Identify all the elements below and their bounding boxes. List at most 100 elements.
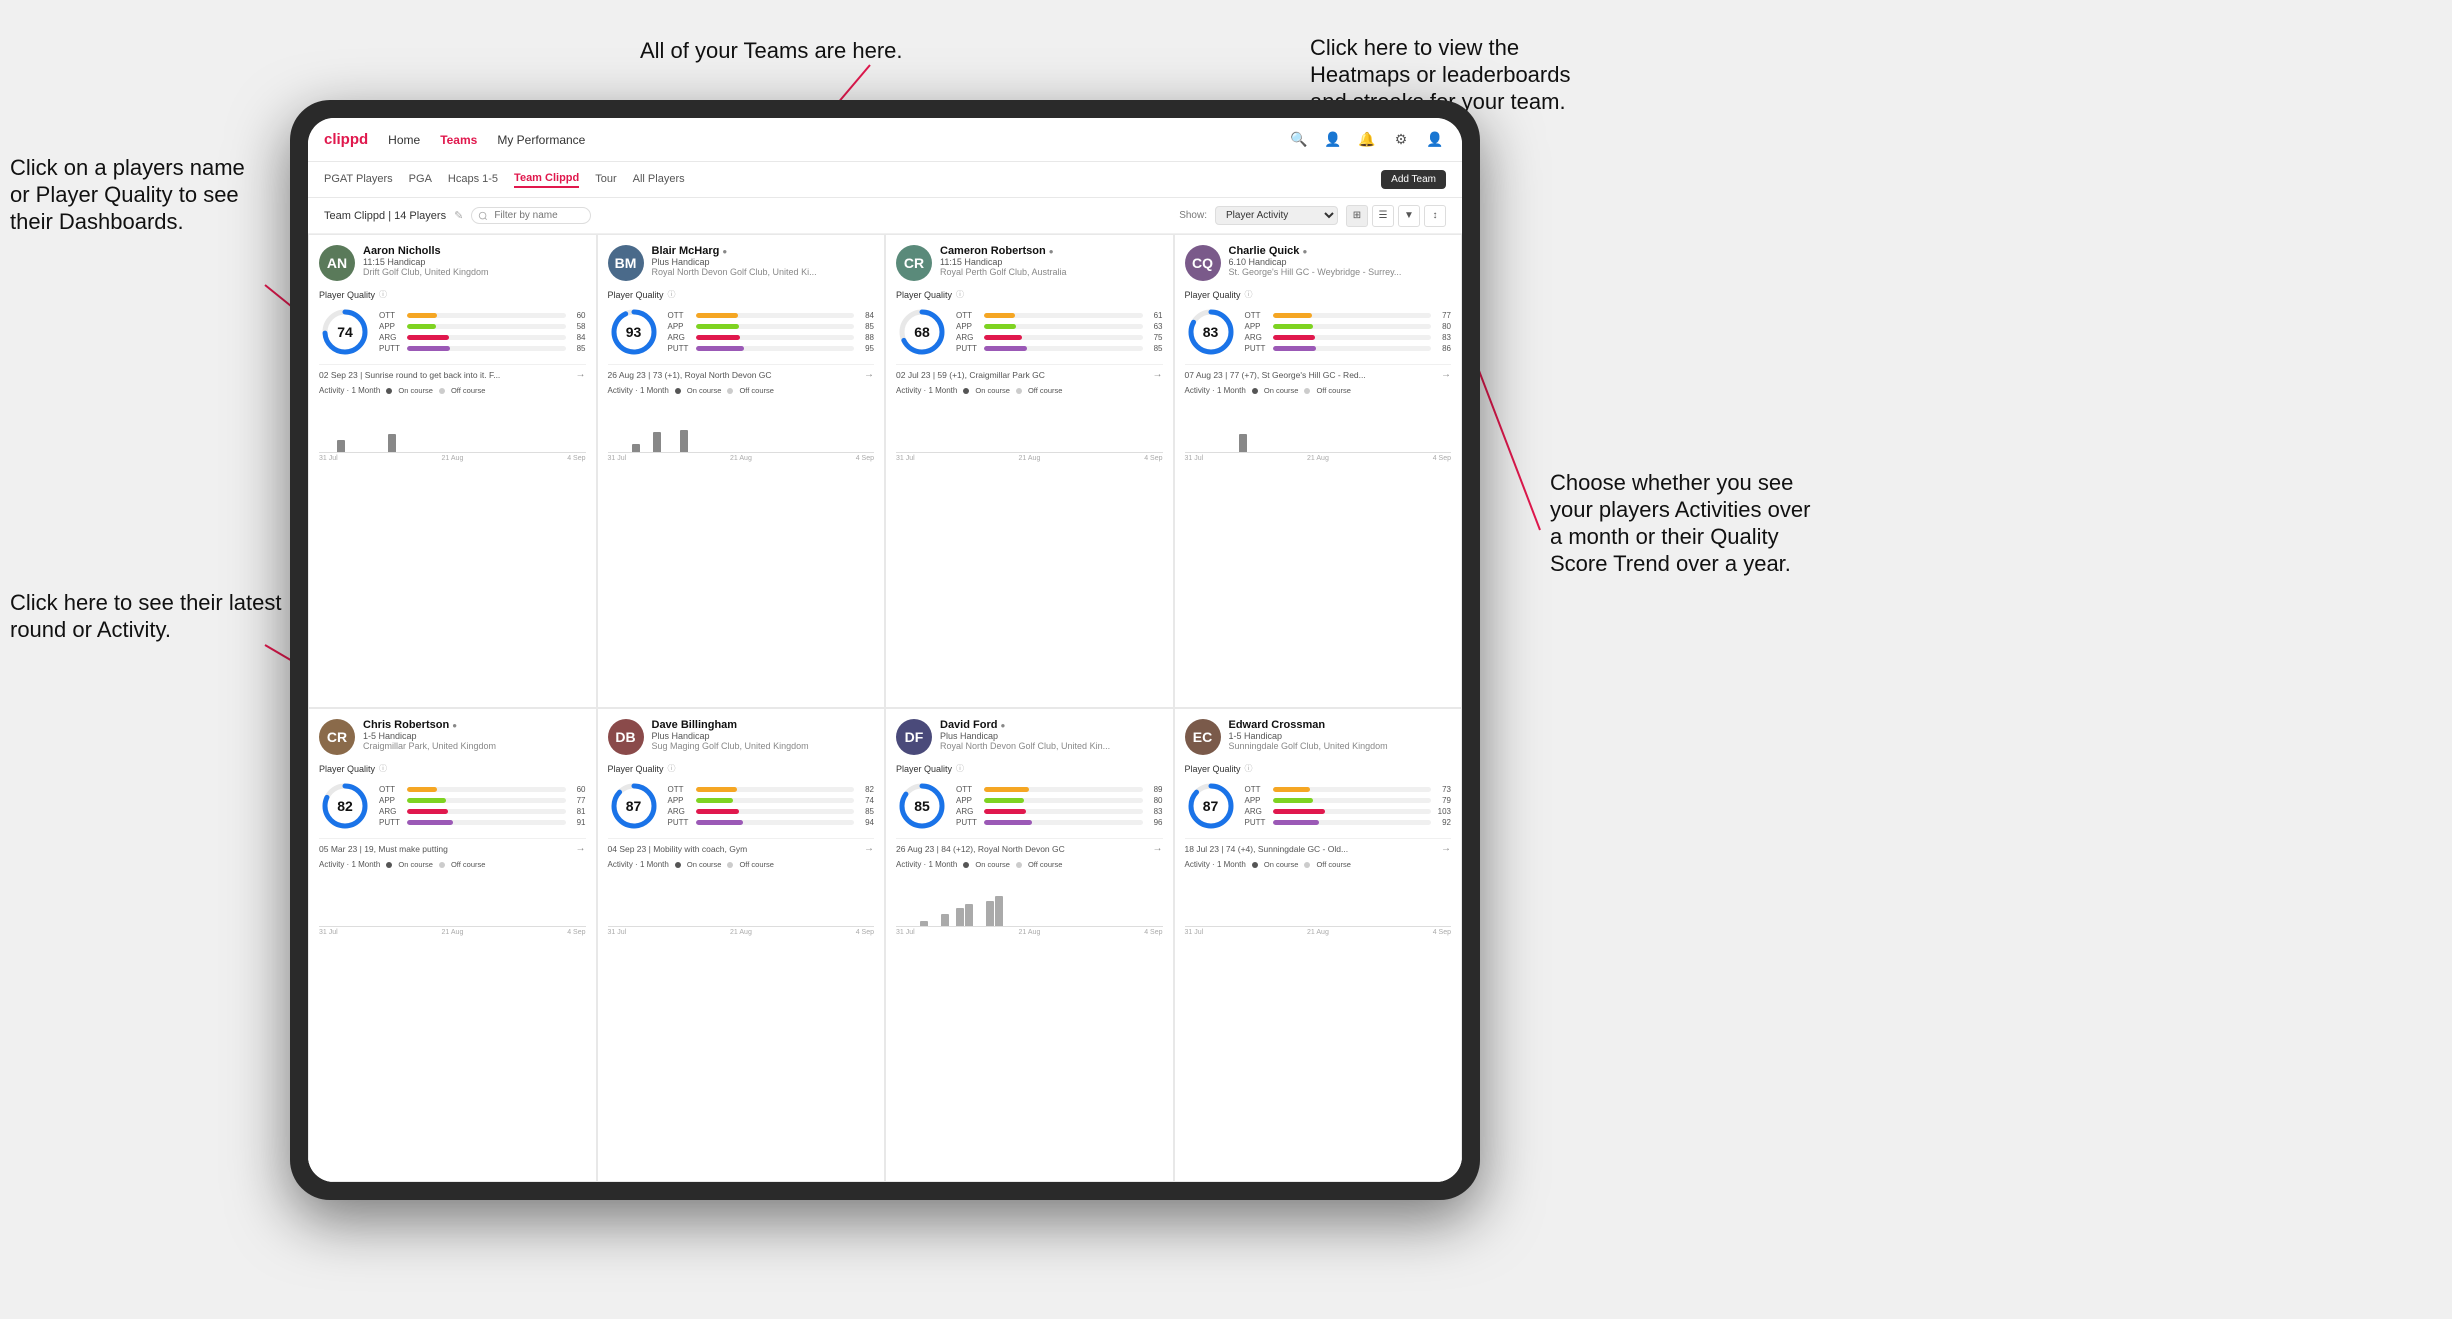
activity-label: Activity · 1 Month — [319, 860, 380, 869]
latest-round[interactable]: 26 Aug 23 | 73 (+1), Royal North Devon G… — [608, 364, 875, 380]
arg-row: ARG 83 — [956, 807, 1163, 816]
quality-info-icon[interactable]: ⓘ — [1245, 289, 1253, 300]
sub-nav-hcaps[interactable]: Hcaps 1-5 — [448, 173, 498, 187]
donut-chart[interactable]: 85 — [896, 780, 948, 832]
player-name[interactable]: David Ford ● — [940, 719, 1163, 731]
arg-value: 85 — [858, 807, 874, 816]
date-label-1: 31 Jul — [608, 929, 627, 936]
settings-icon[interactable]: ⚙ — [1390, 129, 1412, 151]
player-name[interactable]: Blair McHarg ● — [652, 245, 875, 257]
latest-round[interactable]: 07 Aug 23 | 77 (+7), St George's Hill GC… — [1185, 364, 1452, 380]
putt-row: PUTT 85 — [956, 344, 1163, 353]
activity-labels: 31 Jul 21 Aug 4 Sep — [1185, 929, 1452, 936]
sub-nav-tour[interactable]: Tour — [595, 173, 616, 187]
donut-chart[interactable]: 93 — [608, 306, 660, 358]
sub-nav-all-players[interactable]: All Players — [633, 173, 685, 187]
nav-item-performance[interactable]: My Performance — [497, 133, 585, 147]
app-label: APP — [379, 322, 403, 331]
player-handicap: Plus Handicap — [940, 731, 1163, 741]
player-club: Royal North Devon Golf Club, United Kin.… — [940, 741, 1163, 751]
player-info: Edward Crossman 1-5 Handicap Sunningdale… — [1229, 719, 1452, 751]
ott-value: 82 — [858, 785, 874, 794]
quality-info-icon[interactable]: ⓘ — [668, 289, 676, 300]
filter-view-button[interactable]: ▼ — [1398, 205, 1420, 227]
avatar-icon[interactable]: 👤 — [1424, 129, 1446, 151]
latest-round-arrow[interactable]: → — [864, 369, 874, 380]
nav-item-teams[interactable]: Teams — [440, 133, 477, 147]
putt-row: PUTT 91 — [379, 818, 586, 827]
quality-info-icon[interactable]: ⓘ — [956, 763, 964, 774]
ott-row: OTT 84 — [668, 311, 875, 320]
donut-chart[interactable]: 82 — [319, 780, 371, 832]
activity-header: Activity · 1 Month On course Off course — [896, 386, 1163, 395]
add-team-button[interactable]: Add Team — [1381, 170, 1446, 189]
player-card: DF David Ford ● Plus Handicap Royal Nort… — [885, 708, 1174, 1182]
quality-section: 85 OTT 89 APP 80 ARG 83 — [896, 780, 1163, 832]
filter-input[interactable] — [471, 207, 591, 224]
latest-round[interactable]: 18 Jul 23 | 74 (+4), Sunningdale GC - Ol… — [1185, 838, 1452, 854]
sub-nav-pgat[interactable]: PGAT Players — [324, 173, 393, 187]
player-info: David Ford ● Plus Handicap Royal North D… — [940, 719, 1163, 751]
latest-round-arrow[interactable]: → — [576, 369, 586, 380]
sub-nav-pga[interactable]: PGA — [409, 173, 432, 187]
player-handicap: 6.10 Handicap — [1229, 257, 1452, 267]
latest-round[interactable]: 02 Jul 23 | 59 (+1), Craigmillar Park GC… — [896, 364, 1163, 380]
latest-round-arrow[interactable]: → — [864, 843, 874, 854]
player-name[interactable]: Charlie Quick ● — [1229, 245, 1452, 257]
nav-item-home[interactable]: Home — [388, 133, 420, 147]
quality-score: 74 — [337, 324, 353, 340]
quality-info-icon[interactable]: ⓘ — [1245, 763, 1253, 774]
player-grid: AN Aaron Nicholls 11:15 Handicap Drift G… — [308, 234, 1462, 1182]
user-icon[interactable]: 👤 — [1322, 129, 1344, 151]
show-select[interactable]: Player Activity Quality Score Trend — [1215, 206, 1338, 225]
off-course-label: Off course — [1316, 386, 1350, 395]
activity-header: Activity · 1 Month On course Off course — [608, 860, 875, 869]
donut-chart[interactable]: 74 — [319, 306, 371, 358]
quality-score: 93 — [626, 324, 642, 340]
latest-round-text: 02 Sep 23 | Sunrise round to get back in… — [319, 370, 500, 380]
quality-label: Player Quality — [896, 764, 952, 774]
latest-round[interactable]: 05 Mar 23 | 19, Must make putting → — [319, 838, 586, 854]
latest-round-arrow[interactable]: → — [1441, 843, 1451, 854]
edit-icon[interactable]: ✎ — [454, 209, 463, 222]
player-name[interactable]: Cameron Robertson ● — [940, 245, 1163, 257]
player-card-header: AN Aaron Nicholls 11:15 Handicap Drift G… — [319, 245, 586, 281]
sub-nav-team-clippd[interactable]: Team Clippd — [514, 172, 579, 188]
player-name[interactable]: Dave Billingham — [652, 719, 875, 731]
latest-round[interactable]: 04 Sep 23 | Mobility with coach, Gym → — [608, 838, 875, 854]
sort-view-button[interactable]: ↕ — [1424, 205, 1446, 227]
donut-chart[interactable]: 83 — [1185, 306, 1237, 358]
player-name[interactable]: Chris Robertson ● — [363, 719, 586, 731]
player-info: Blair McHarg ● Plus Handicap Royal North… — [652, 245, 875, 277]
latest-round-arrow[interactable]: → — [1153, 843, 1163, 854]
bell-icon[interactable]: 🔔 — [1356, 129, 1378, 151]
putt-value: 91 — [570, 818, 586, 827]
table-view-button[interactable]: ☰ — [1372, 205, 1394, 227]
date-label-1: 31 Jul — [608, 455, 627, 462]
latest-round-arrow[interactable]: → — [1441, 369, 1451, 380]
donut-chart[interactable]: 87 — [608, 780, 660, 832]
donut-chart[interactable]: 68 — [896, 306, 948, 358]
grid-view-button[interactable]: ⊞ — [1346, 205, 1368, 227]
putt-label: PUTT — [668, 818, 692, 827]
quality-info-icon[interactable]: ⓘ — [668, 763, 676, 774]
quality-label: Player Quality — [1185, 290, 1241, 300]
quality-info-icon[interactable]: ⓘ — [379, 289, 387, 300]
player-card: CR Cameron Robertson ● 11:15 Handicap Ro… — [885, 234, 1174, 708]
quality-info-icon[interactable]: ⓘ — [956, 289, 964, 300]
putt-label: PUTT — [956, 344, 980, 353]
player-name[interactable]: Edward Crossman — [1229, 719, 1452, 731]
donut-chart[interactable]: 87 — [1185, 780, 1237, 832]
latest-round[interactable]: 26 Aug 23 | 84 (+12), Royal North Devon … — [896, 838, 1163, 854]
player-card: AN Aaron Nicholls 11:15 Handicap Drift G… — [308, 234, 597, 708]
svg-text:Heatmaps or leaderboards: Heatmaps or leaderboards — [1310, 62, 1570, 87]
player-avatar: DF — [896, 719, 932, 755]
player-name[interactable]: Aaron Nicholls — [363, 245, 586, 257]
search-icon[interactable]: 🔍 — [1288, 129, 1310, 151]
player-avatar: CQ — [1185, 245, 1221, 281]
quality-score: 87 — [626, 798, 642, 814]
quality-info-icon[interactable]: ⓘ — [379, 763, 387, 774]
latest-round-arrow[interactable]: → — [576, 843, 586, 854]
latest-round[interactable]: 02 Sep 23 | Sunrise round to get back in… — [319, 364, 586, 380]
latest-round-arrow[interactable]: → — [1153, 369, 1163, 380]
